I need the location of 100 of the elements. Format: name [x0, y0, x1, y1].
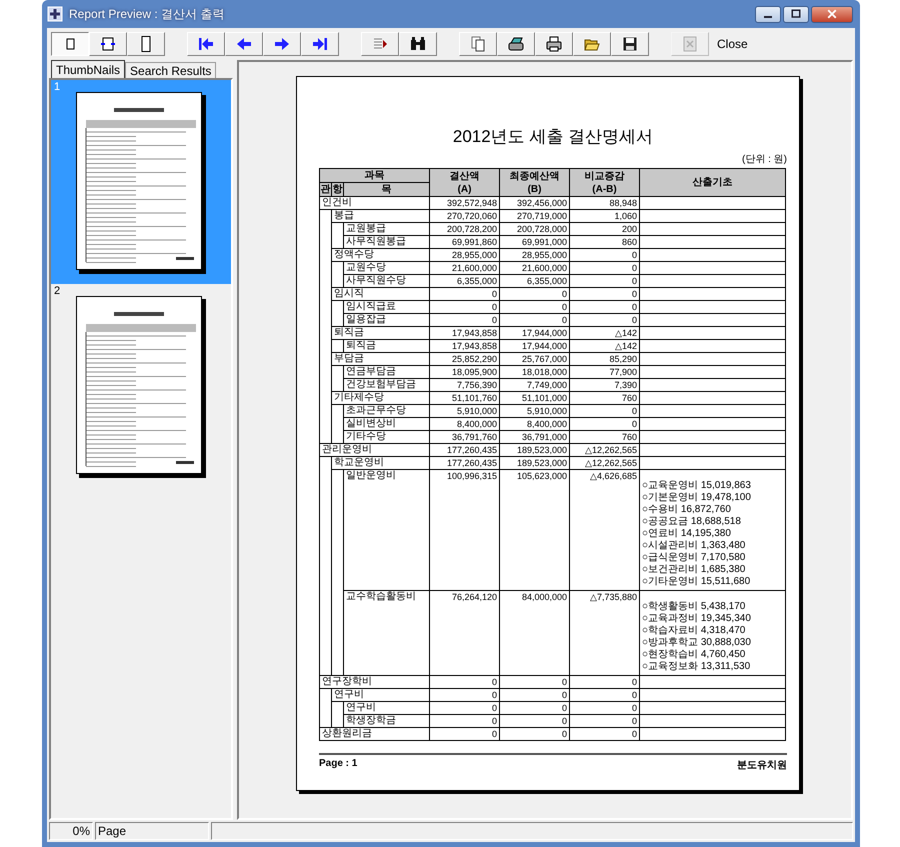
amount-cell: 0 — [430, 288, 500, 300]
amount-cell: 84,000,000 — [500, 590, 570, 676]
subject-cell: 학교운영비 — [332, 456, 430, 470]
minimize-button[interactable] — [755, 6, 781, 22]
amount-cell: △4,626,685 — [570, 470, 640, 590]
toolbar-button[interactable] — [459, 32, 497, 56]
window-title: Report Preview : 결산서 출력 — [69, 6, 226, 22]
amount-cell: 85,290 — [570, 352, 640, 366]
amount-cell: 36,791,000 — [500, 430, 570, 444]
amount-cell: 8,400,000 — [500, 418, 570, 430]
subject-cell: 교수학습활동비 — [344, 590, 430, 676]
amount-cell: 25,852,290 — [430, 352, 500, 366]
amount-cell: 76,264,120 — [430, 590, 500, 676]
amount-cell: 0 — [430, 728, 500, 740]
toolbar-button[interactable] — [573, 32, 611, 56]
amount-cell: △142 — [570, 340, 640, 352]
amount-cell: 28,955,000 — [430, 248, 500, 262]
amount-cell: 0 — [500, 676, 570, 688]
fit-width-icon — [100, 36, 116, 52]
amount-cell: 77,900 — [570, 366, 640, 378]
basis-note: ○급식운영비 7,170,580 — [642, 552, 746, 564]
print-icon — [546, 36, 562, 52]
view-mode-button[interactable] — [51, 32, 89, 56]
close-window-button[interactable] — [811, 6, 853, 22]
page-number: 1 — [54, 81, 60, 93]
amount-cell: 25,767,000 — [500, 352, 570, 366]
maximize-button[interactable] — [783, 6, 809, 22]
app-icon — [47, 6, 63, 22]
basis-note: ○학생활동비 5,438,170 — [642, 601, 746, 613]
amount-cell: 0 — [500, 314, 570, 326]
amount-cell: 0 — [570, 314, 640, 326]
amount-cell: 17,943,858 — [430, 340, 500, 352]
toolbar-button[interactable] — [497, 32, 535, 56]
amount-cell: 1,060 — [570, 210, 640, 222]
basis-note: ○학습자료비 4,318,470 — [642, 625, 746, 637]
amount-cell: 760 — [570, 430, 640, 444]
subject-cell: 연구비 — [344, 702, 430, 714]
amount-cell: 7,756,390 — [430, 378, 500, 392]
column-header: 과목 — [320, 168, 430, 182]
maximize-icon — [790, 8, 802, 20]
amount-cell: 0 — [570, 688, 640, 702]
amount-cell: 200,728,200 — [430, 222, 500, 236]
column-header: 최종예산액 (B) — [500, 168, 570, 196]
basis-note: ○시설관리비 1,363,480 — [642, 540, 746, 552]
column-header: 산출기초 — [640, 168, 786, 196]
toolbar-button[interactable] — [611, 32, 649, 56]
column-header: 비교증감 (A-B) — [570, 168, 640, 196]
close-button[interactable]: Close — [715, 37, 750, 51]
subject-cell: 실비변상비 — [344, 418, 430, 430]
amount-cell: 189,523,000 — [500, 444, 570, 456]
amount-cell: 0 — [570, 274, 640, 288]
page-nav-button[interactable] — [301, 32, 339, 56]
amount-cell: 860 — [570, 236, 640, 248]
toolbar-button[interactable] — [535, 32, 573, 56]
amount-cell: 7,749,000 — [500, 378, 570, 392]
basis-note: ○공공요금 18,688,518 — [642, 516, 742, 528]
amount-cell: △12,262,565 — [570, 444, 640, 456]
amount-cell: 0 — [430, 688, 500, 702]
find-button[interactable] — [399, 32, 437, 56]
basis-note: ○기본운영비 19,478,100 — [642, 492, 752, 504]
amount-cell: 0 — [500, 702, 570, 714]
amount-cell: 100,996,315 — [430, 470, 500, 590]
amount-cell: 200,728,000 — [500, 222, 570, 236]
amount-cell: 51,101,000 — [500, 392, 570, 404]
subject-cell: 기타수당 — [344, 430, 430, 444]
amount-cell: 36,791,760 — [430, 430, 500, 444]
amount-cell: 8,400,000 — [430, 418, 500, 430]
amount-cell: 177,260,435 — [430, 444, 500, 456]
amount-cell: 0 — [500, 288, 570, 300]
basis-note: ○기타운영비 15,511,680 — [642, 576, 752, 588]
amount-cell: 392,456,000 — [500, 196, 570, 210]
page-nav-button[interactable] — [225, 32, 263, 56]
amount-cell: 6,355,000 — [430, 274, 500, 288]
amount-cell: 0 — [430, 314, 500, 326]
page-nav-button[interactable] — [263, 32, 301, 56]
x-box-icon — [682, 36, 698, 52]
subject-cell: 봉급 — [332, 210, 430, 222]
panel-tab[interactable]: ThumbNails — [51, 60, 126, 78]
subject-cell: 부담금 — [332, 352, 430, 366]
subject-cell: 퇴직금 — [332, 326, 430, 340]
amount-cell: 0 — [570, 404, 640, 418]
amount-cell: 189,523,000 — [500, 456, 570, 470]
subject-cell: 정액수당 — [332, 248, 430, 262]
page-nav-button[interactable] — [187, 32, 225, 56]
amount-cell: 0 — [500, 728, 570, 740]
subject-cell: 인건비 — [320, 196, 430, 210]
status-text: Page — [95, 822, 209, 840]
basis-note: ○교육정보화 13,311,530 — [642, 661, 752, 673]
basis-note: ○보건관리비 1,685,380 — [642, 564, 746, 576]
subject-cell: 교원수당 — [344, 262, 430, 274]
copy-icon — [470, 36, 486, 52]
amount-cell: △142 — [570, 326, 640, 340]
subject-cell: 연구장학비 — [320, 676, 430, 688]
thumbnail-item[interactable]: 2 — [51, 284, 231, 488]
next-page-icon — [274, 36, 290, 52]
go-to-page-button[interactable] — [361, 32, 399, 56]
subject-cell: 학생장학금 — [344, 714, 430, 728]
panel-tab[interactable]: Search Results — [125, 62, 216, 78]
amount-cell: 0 — [570, 728, 640, 740]
amount-cell: 392,572,948 — [430, 196, 500, 210]
